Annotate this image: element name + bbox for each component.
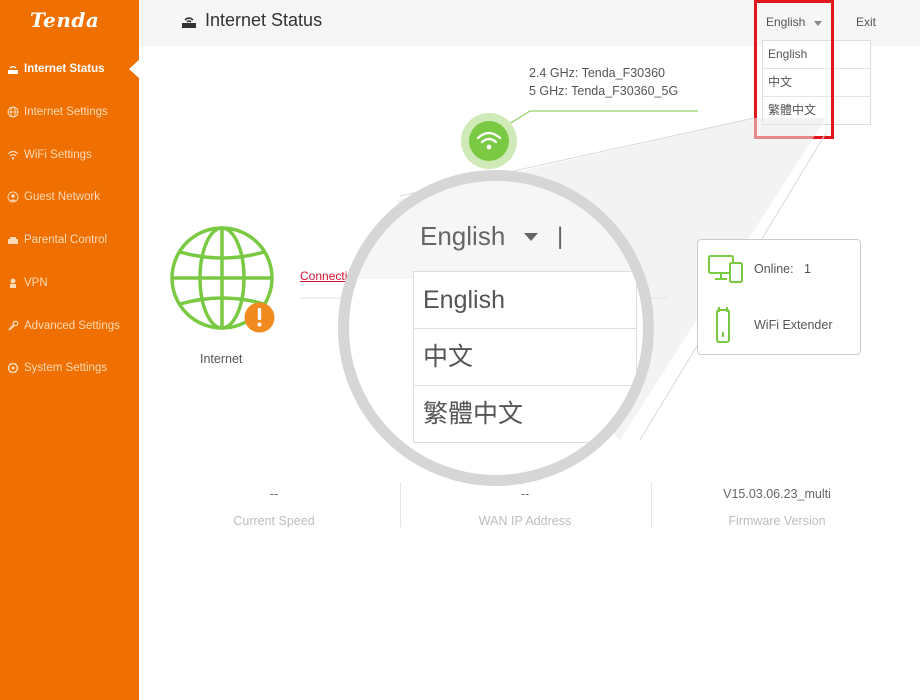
wifi-extender-icon xyxy=(714,306,732,351)
chevron-down-icon xyxy=(524,233,538,241)
magnified-language-dropdown: English 中文 繁體中文 xyxy=(413,271,637,443)
wifi-extender-label: WiFi Extender xyxy=(754,318,833,332)
connection-status-link[interactable]: Connecti xyxy=(300,269,347,283)
magnified-separator: | xyxy=(557,223,564,250)
online-label: Online: xyxy=(754,262,794,276)
devices-icon xyxy=(708,254,744,289)
internet-label: Internet xyxy=(200,352,243,366)
firmware-version-value: V15.03.06.23_multi xyxy=(723,487,831,501)
magnified-option-chinese-simplified: 中文 xyxy=(414,329,636,386)
magnified-language-select: English xyxy=(420,221,506,251)
wan-ip-value: -- xyxy=(520,487,530,501)
stat-divider xyxy=(651,482,652,527)
magnified-option-chinese-traditional: 繁體中文 xyxy=(423,400,524,428)
firmware-version-label: Firmware Version xyxy=(728,514,826,528)
wifi-status-icon[interactable] xyxy=(461,113,517,169)
devices-card[interactable]: Online: 1 WiFi Extender xyxy=(697,239,861,355)
stat-divider xyxy=(400,482,401,527)
current-speed-value: -- xyxy=(269,487,279,501)
wan-ip-label: WAN IP Address xyxy=(478,514,572,528)
magnified-option-english: English xyxy=(414,272,636,329)
ssid-5g: 5 GHz: Tenda_F30360_5G xyxy=(529,84,679,98)
current-speed-label: Current Speed xyxy=(233,514,315,528)
magnifier-callout: English | English 中文 繁體中文 xyxy=(338,170,654,486)
ssid-2g: 2.4 GHz: Tenda_F30360 xyxy=(529,66,665,80)
warning-icon xyxy=(244,302,275,333)
online-count: 1 xyxy=(804,262,811,276)
